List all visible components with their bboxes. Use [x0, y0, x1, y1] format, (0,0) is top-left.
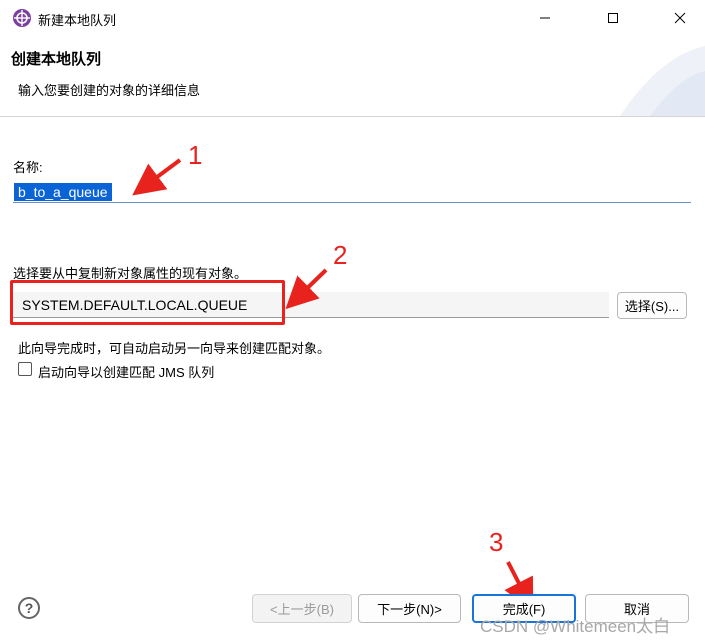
info-text: 此向导完成时，可自动启动另一向导来创建匹配对象。 [18, 341, 331, 356]
jms-checkbox-label[interactable]: 启动向导以创建匹配 JMS 队列 [38, 362, 214, 381]
maximize-icon [608, 13, 618, 23]
annotation-number-2: 2 [333, 240, 348, 270]
maximize-button[interactable] [590, 0, 636, 36]
page-title: 创建本地队列 [11, 51, 102, 68]
highlight-box [10, 280, 285, 325]
header-decoration [620, 46, 705, 116]
wizard-header: 创建本地队列 输入您要创建的对象的详细信息 [0, 36, 705, 117]
page-description: 输入您要创建的对象的详细信息 [18, 83, 201, 98]
name-input[interactable] [13, 179, 691, 203]
help-button[interactable]: ? [18, 597, 40, 619]
annotation-number-1: 1 [188, 140, 203, 170]
name-label: 名称: [13, 160, 43, 175]
select-button[interactable]: 选择(S)... [617, 292, 687, 319]
watermark: CSDN @Whitemeen太白 [480, 617, 671, 636]
back-button[interactable]: <上一步(B) [252, 594, 352, 623]
name-value-selected[interactable]: b_to_a_queue [14, 183, 112, 201]
app-icon [13, 9, 31, 27]
close-button[interactable] [657, 0, 703, 36]
minimize-button[interactable] [522, 0, 568, 36]
jms-checkbox[interactable] [18, 362, 32, 376]
window-title: 新建本地队列 [38, 13, 117, 28]
close-icon [674, 12, 686, 24]
minimize-icon [540, 17, 550, 19]
annotation-number-3: 3 [489, 527, 504, 557]
next-button[interactable]: 下一步(N)> [358, 594, 461, 623]
